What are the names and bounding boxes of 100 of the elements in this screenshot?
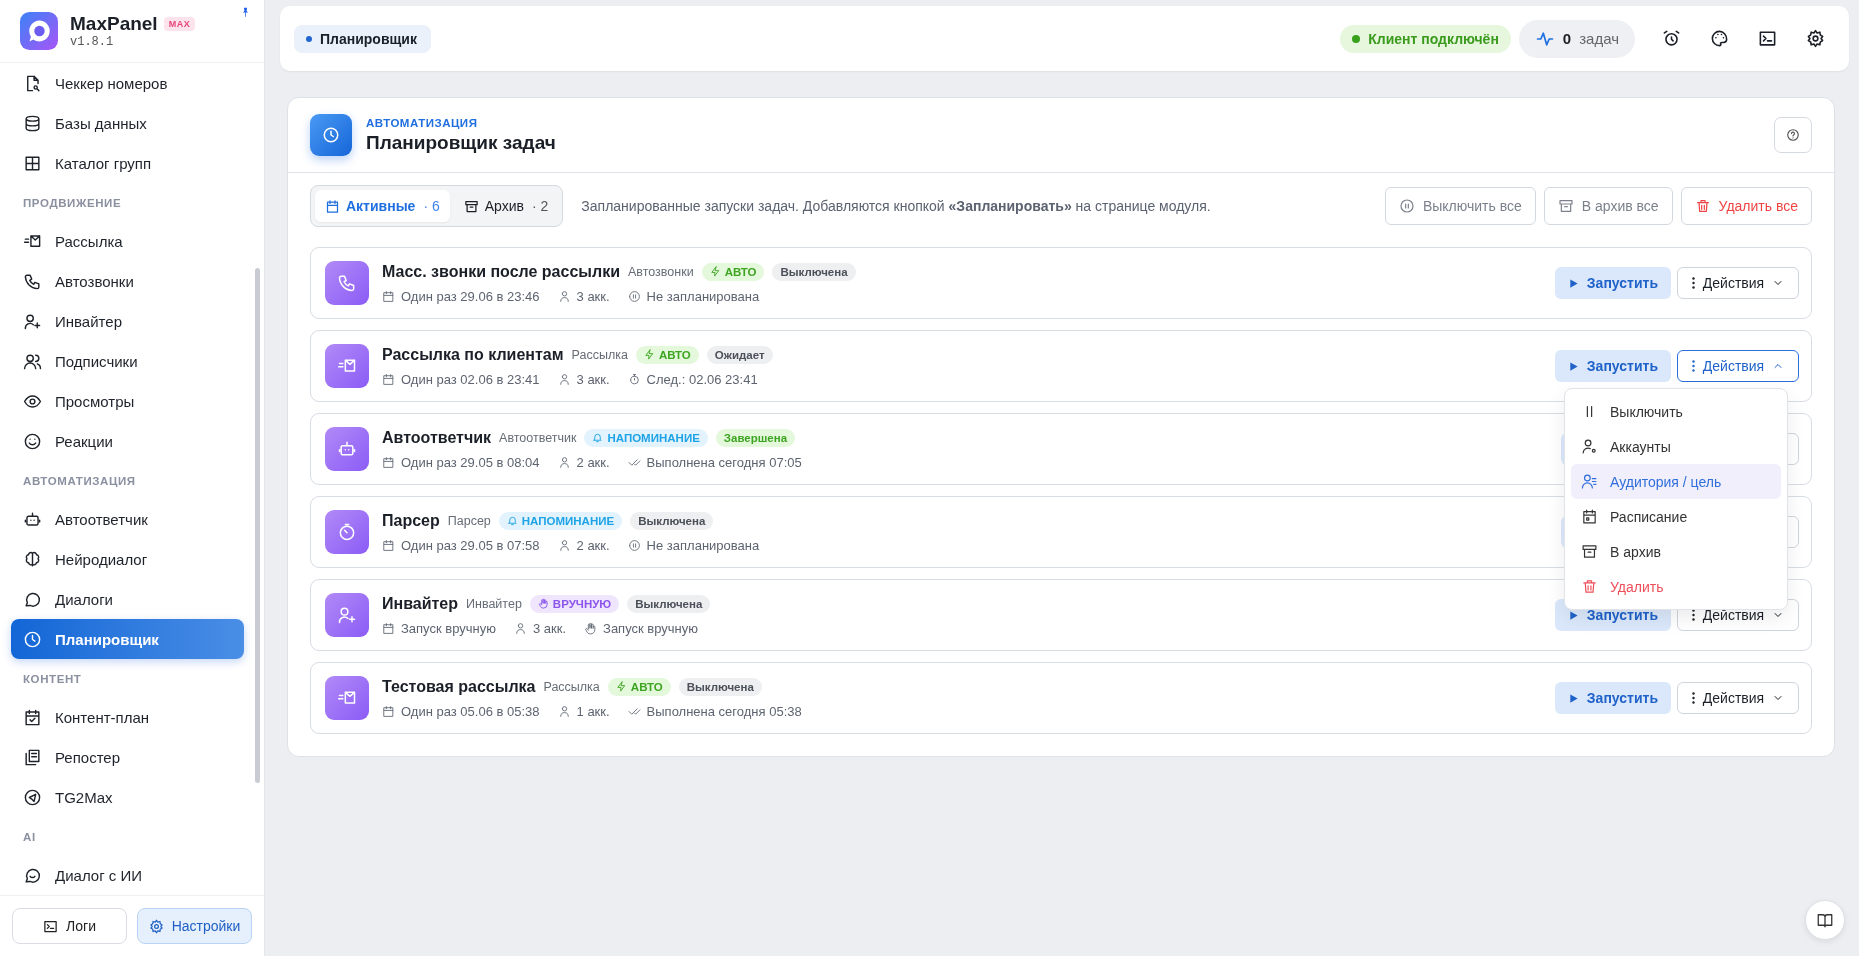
alarm-clock-icon — [1661, 29, 1681, 48]
accounts-count: 3 акк. — [557, 288, 610, 304]
user-icon — [557, 455, 571, 469]
menu-item[interactable]: Аудитория / цель — [1571, 464, 1781, 499]
sidebar-item[interactable]: Подписчики — [11, 341, 244, 381]
robot-icon — [337, 439, 357, 459]
trash-icon — [1694, 198, 1711, 214]
sidebar-item[interactable]: Контент-план — [11, 697, 244, 737]
sidebar-item[interactable]: Просмотры — [11, 381, 244, 421]
accounts-count: 3 акк. — [557, 371, 610, 387]
sidebar-item[interactable]: Диалог с ИИ — [11, 855, 244, 895]
section-heading: АВТОМАТИЗАЦИЯ — [22, 474, 137, 489]
docs-button[interactable] — [1805, 900, 1845, 940]
run-button[interactable]: Запустить — [1554, 267, 1671, 299]
sidebar-item[interactable]: Диалоги — [11, 579, 244, 619]
task-title: Тестовая рассылка — [382, 677, 536, 696]
sidebar-item[interactable]: Автозвонки — [11, 261, 244, 301]
mode-badge: АВТО — [701, 262, 765, 281]
user-plus-icon — [337, 605, 357, 625]
status-badge: Выключена — [678, 677, 762, 696]
tab[interactable]: Активные · 6 — [315, 190, 450, 222]
actions-dropdown[interactable]: Действия — [1677, 267, 1799, 299]
section-heading: КОНТЕНТ — [22, 672, 83, 687]
smile-icon — [23, 431, 42, 451]
calendar-icon — [382, 621, 395, 635]
kebab-dots-icon — [1691, 609, 1695, 621]
sidebar-item[interactable]: Рассылка — [11, 221, 244, 261]
user-icon — [557, 289, 571, 303]
trash-icon — [1581, 578, 1598, 595]
sidebar-footer-button[interactable]: Настройки — [137, 908, 252, 944]
sidebar-item[interactable]: Базы данных — [11, 103, 244, 143]
menu-item[interactable]: Выключить — [1571, 394, 1781, 429]
copy-icon — [23, 747, 42, 767]
menu-item[interactable]: В архив — [1571, 534, 1781, 569]
actions-dropdown[interactable]: Действия — [1677, 350, 1799, 382]
sidebar-footer-button[interactable]: Логи — [12, 908, 127, 944]
calendar-icon — [382, 372, 395, 386]
mode-badge: ВРУЧНУЮ — [529, 594, 620, 613]
menu-item[interactable]: Аккаунты — [1571, 429, 1781, 464]
sidebar-item[interactable]: Репостер — [11, 737, 244, 777]
tab[interactable]: Архив · 2 — [453, 190, 559, 222]
sidebar-item[interactable]: Реакции — [11, 421, 244, 461]
database-icon — [23, 113, 42, 133]
accounts-count: 2 акк. — [557, 454, 610, 470]
stopwatch-icon — [627, 372, 641, 386]
sidebar-item[interactable]: Автоответчик — [11, 499, 244, 539]
accounts-count: 1 акк. — [557, 703, 610, 719]
task-title: Рассылка по клиентам — [382, 345, 564, 364]
schedule-text: Один раз 02.06 в 23:41 — [382, 371, 540, 387]
logo-icon — [20, 12, 58, 50]
bolt-icon — [709, 266, 721, 277]
user-icon — [513, 621, 527, 635]
sidebar-item[interactable]: Чеккер номеров — [11, 63, 244, 103]
sidebar-item[interactable]: Нейродиалог — [11, 539, 244, 579]
run-state: След.: 02.06 23:41 — [627, 371, 758, 387]
task-title: Автоответчик — [382, 428, 492, 447]
hand-icon — [537, 598, 549, 609]
user-icon — [557, 704, 571, 718]
breadcrumb[interactable]: Планировщик — [294, 24, 431, 53]
calendar-icon — [382, 289, 395, 303]
sidebar-item[interactable]: TG2Max — [11, 777, 244, 817]
accounts-count: 3 акк. — [513, 620, 567, 636]
calendar-icon — [382, 538, 395, 552]
run-state: Выполнена сегодня 05:38 — [627, 703, 802, 719]
menu-item[interactable]: Расписание — [1571, 499, 1781, 534]
play-icon — [1567, 277, 1579, 289]
calendar-day-icon — [1581, 508, 1598, 525]
description-text: Запланированные запуски задач. Добавляются кнопкой «Запланировать» на странице модуля. — [581, 198, 1211, 214]
calendar-icon — [325, 198, 340, 214]
sidebar-item[interactable]: Инвайтер — [11, 301, 244, 341]
bulk-action-button[interactable]: В архив все — [1543, 187, 1673, 225]
task-counter[interactable]: 0 задач — [1518, 19, 1635, 58]
run-state: Не запланирована — [627, 288, 760, 304]
status-badge: Ожидает — [706, 345, 773, 364]
app-name: MaxPanel — [70, 13, 158, 35]
scrollbar[interactable] — [255, 268, 260, 783]
settings-icon — [1805, 29, 1825, 48]
calendar-check-icon — [23, 707, 42, 727]
bulk-action-button[interactable]: Удалить все — [1680, 187, 1812, 225]
palette-icon — [1709, 29, 1729, 48]
actions-dropdown[interactable]: Действия — [1677, 682, 1799, 714]
sidebar-item[interactable]: Каталог групп — [11, 143, 244, 183]
status-badge: Выключена — [630, 511, 714, 530]
calendar-icon — [382, 704, 395, 718]
kebab-dots-icon — [1691, 360, 1695, 372]
help-button[interactable] — [1774, 117, 1812, 153]
kebab-dots-icon — [1691, 692, 1695, 704]
bell-icon — [506, 515, 518, 526]
archive-icon — [1557, 198, 1574, 214]
bolt-icon — [643, 349, 655, 360]
run-button[interactable]: Запустить — [1554, 350, 1671, 382]
book-icon — [1816, 911, 1834, 929]
module-label: Рассылка — [543, 679, 600, 694]
sidebar-item[interactable]: Планировщик — [11, 619, 244, 659]
module-label: Автоответчик — [499, 430, 577, 445]
archive-icon — [1581, 543, 1598, 560]
run-button[interactable]: Запустить — [1554, 682, 1671, 714]
mode-badge: АВТО — [635, 345, 699, 364]
bulk-action-button[interactable]: Выключить все — [1384, 187, 1536, 225]
schedule-text: Один раз 29.05 в 07:58 — [382, 537, 540, 553]
